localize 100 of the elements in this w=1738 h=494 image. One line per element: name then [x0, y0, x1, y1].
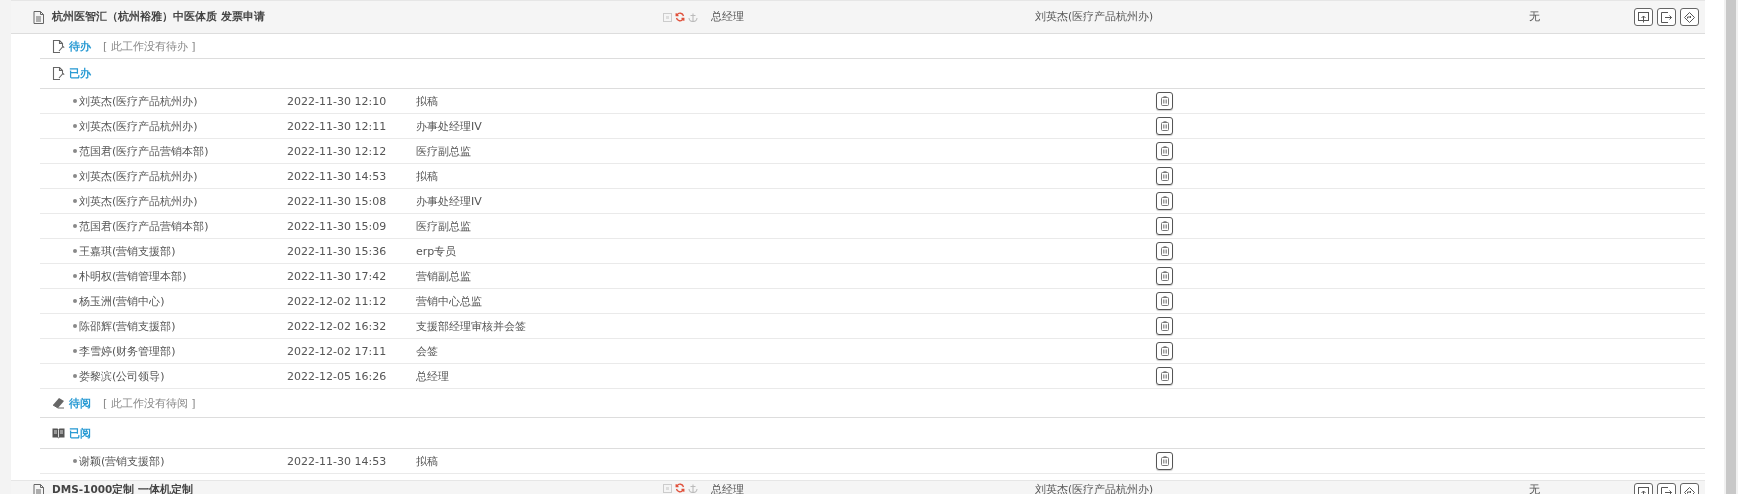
delete-button[interactable]	[1156, 267, 1173, 285]
time-text: 2022-11-30 15:36	[287, 244, 388, 258]
status-text: 无	[1529, 483, 1541, 494]
section-label[interactable]: 已办	[69, 66, 91, 81]
task-header[interactable]: 杭州医智汇（杭州裕雅）中医体质 发票申请 总经理 刘英杰(医疗产品杭州办) 无	[11, 0, 1705, 34]
person-text: 王嘉琪(营销支援部)	[79, 243, 177, 259]
person-text: 刘英杰(医疗产品杭州办)	[79, 93, 199, 109]
task-title: DMS-1000定制 一体机定制	[52, 483, 193, 494]
step-text: 医疗副总监	[416, 218, 472, 234]
approver-text: 总经理	[711, 10, 745, 24]
person-text: 刘英杰(医疗产品杭州办)	[79, 118, 199, 134]
status-text: 无	[1529, 10, 1541, 24]
person-text: 谢颖(营销支援部)	[79, 453, 166, 469]
section-label[interactable]: 待阅	[69, 395, 91, 411]
task-title: 杭州医智汇（杭州裕雅）中医体质 发票申请	[52, 10, 265, 24]
step-text: 会签	[416, 343, 439, 359]
bullet-icon	[73, 324, 77, 328]
time-text: 2022-11-30 15:08	[287, 194, 388, 208]
trash-icon	[1160, 246, 1169, 256]
person-text: 范国君(医疗产品营销本部)	[79, 143, 210, 159]
refresh-icon[interactable]	[675, 12, 685, 22]
handler-text: 刘英杰(医疗产品杭州办)	[1035, 483, 1155, 494]
time-text: 2022-11-30 12:11	[287, 119, 388, 133]
time-text: 2022-11-30 12:10	[287, 94, 388, 108]
document-icon	[33, 483, 44, 494]
bullet-icon	[73, 249, 77, 253]
delete-button[interactable]	[1156, 142, 1173, 160]
delete-button[interactable]	[1156, 317, 1173, 335]
delete-button[interactable]	[1156, 217, 1173, 235]
trash-icon	[1160, 221, 1169, 231]
approver-text: 总经理	[711, 483, 745, 494]
person-text: 刘英杰(医疗产品杭州办)	[79, 168, 199, 184]
step-text: 拟稿	[416, 168, 439, 184]
time-text: 2022-11-30 15:09	[287, 219, 388, 233]
time-text: 2022-12-02 17:11	[287, 344, 388, 358]
empty-note: [ 此工作没有待办 ]	[103, 38, 196, 54]
delete-button[interactable]	[1156, 367, 1173, 385]
refresh-icon[interactable]	[675, 483, 685, 493]
time-text: 2022-12-02 16:32	[287, 319, 388, 333]
exit-button[interactable]	[1657, 8, 1676, 26]
trash-icon	[1160, 96, 1169, 106]
time-text: 2022-11-30 14:53	[287, 169, 388, 183]
empty-note: [ 此工作没有待阅 ]	[103, 395, 196, 411]
route-button[interactable]	[1680, 8, 1699, 26]
task-header[interactable]: DMS-1000定制 一体机定制 总经理 刘英杰(医疗产品杭州办) 无	[11, 480, 1705, 494]
diamond-arrow-icon	[1684, 486, 1695, 494]
time-text: 2022-12-05 16:26	[287, 369, 388, 383]
delete-button[interactable]	[1156, 452, 1173, 470]
exit-icon	[1661, 11, 1672, 23]
bullet-icon	[73, 274, 77, 278]
trash-icon	[1160, 171, 1169, 181]
step-text: 办事处经理IV	[416, 193, 483, 209]
delete-button[interactable]	[1156, 117, 1173, 135]
time-text: 2022-11-30 12:12	[287, 144, 388, 158]
bullet-icon	[73, 459, 77, 463]
bullet-icon	[73, 99, 77, 103]
delete-button[interactable]	[1156, 342, 1173, 360]
person-text: 刘英杰(医疗产品杭州办)	[79, 193, 199, 209]
trash-icon	[1160, 321, 1169, 331]
trash-icon	[1160, 371, 1169, 381]
scrollbar[interactable]	[1724, 0, 1738, 494]
bullet-icon	[73, 224, 77, 228]
step-text: 办事处经理IV	[416, 118, 483, 134]
bullet-icon	[73, 124, 77, 128]
export-button[interactable]	[1634, 8, 1653, 26]
bullet-icon	[73, 349, 77, 353]
step-text: 拟稿	[416, 93, 439, 109]
delete-button[interactable]	[1156, 242, 1173, 260]
step-text: 营销副总监	[416, 268, 472, 284]
trash-icon	[1160, 346, 1169, 356]
step-text: 拟稿	[416, 453, 439, 469]
person-text: 娄黎滨(公司领导)	[79, 368, 166, 384]
document-icon	[33, 10, 44, 24]
step-text: 医疗副总监	[416, 143, 472, 159]
bullet-icon	[73, 374, 77, 378]
section-label[interactable]: 已阅	[69, 425, 91, 441]
person-text: 李雪婷(财务管理部)	[79, 343, 177, 359]
delete-button[interactable]	[1156, 292, 1173, 310]
time-text: 2022-12-02 11:12	[287, 294, 388, 308]
bullet-icon	[73, 199, 77, 203]
diamond-arrow-icon	[1684, 11, 1695, 23]
section-label[interactable]: 待办	[69, 38, 91, 54]
trash-icon	[1160, 121, 1169, 131]
document-edit-icon	[52, 39, 65, 53]
delete-button[interactable]	[1156, 192, 1173, 210]
trash-icon	[1160, 456, 1169, 466]
upload-icon	[1638, 11, 1649, 23]
book-icon	[52, 397, 65, 409]
trash-icon	[1160, 271, 1169, 281]
bullet-icon	[73, 149, 77, 153]
step-text: erp专员	[416, 243, 458, 259]
bullet-icon	[73, 299, 77, 303]
trash-icon	[1160, 146, 1169, 156]
trash-icon	[1160, 296, 1169, 306]
handler-text: 刘英杰(医疗产品杭州办)	[1035, 10, 1155, 24]
bullet-icon	[73, 174, 77, 178]
delete-button[interactable]	[1156, 167, 1173, 185]
time-text: 2022-11-30 17:42	[287, 269, 388, 283]
document-edit-icon	[52, 67, 65, 80]
delete-button[interactable]	[1156, 92, 1173, 110]
